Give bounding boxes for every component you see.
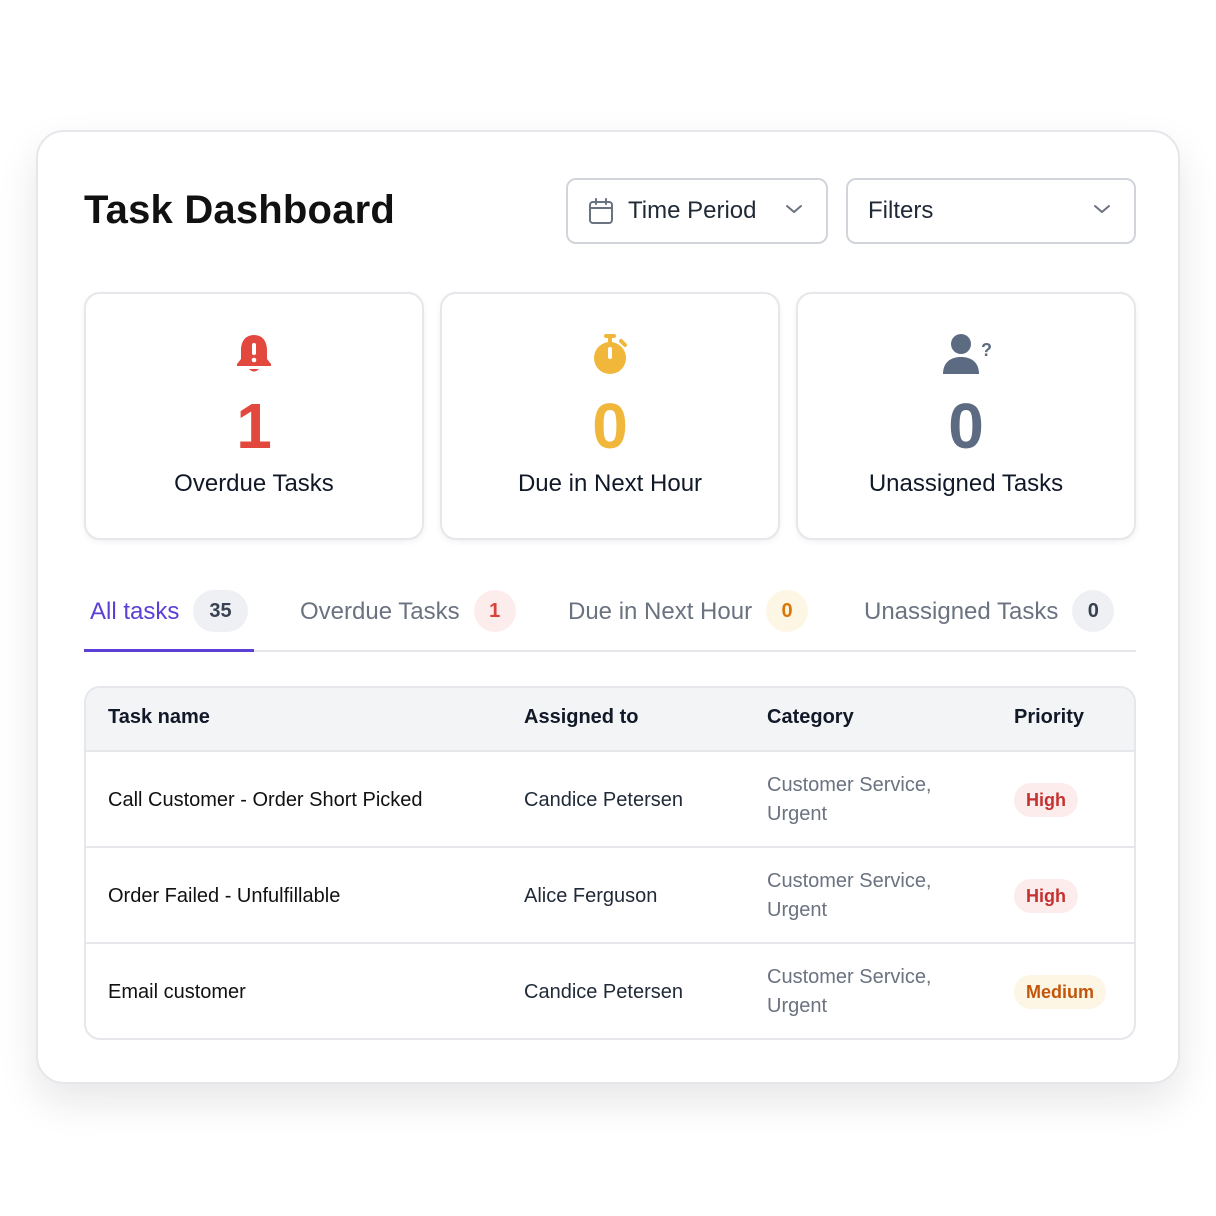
bell-alert-icon (86, 332, 422, 376)
stat-label: Unassigned Tasks (868, 470, 1064, 497)
column-header-category[interactable]: Category (767, 706, 854, 729)
stat-label: Due in Next Hour (517, 470, 703, 497)
column-header-priority[interactable]: Priority (1014, 706, 1084, 729)
tab-overdue-tasks[interactable]: Overdue Tasks 1 (300, 590, 516, 650)
priority-cell: High (1014, 848, 1078, 944)
tab-all-tasks[interactable]: All tasks 35 (84, 590, 254, 652)
tab-label: Due in Next Hour (568, 598, 753, 625)
count-badge: 35 (193, 590, 248, 632)
count-badge: 0 (766, 590, 809, 632)
filters-label: Filters (868, 197, 934, 224)
task-name[interactable]: Order Failed - Unfulfillable (108, 848, 340, 944)
chevron-down-icon (1092, 202, 1112, 216)
table-header: Task name Assigned to Category Priority (86, 688, 1134, 752)
priority-badge: Medium (1014, 975, 1107, 1009)
table-row[interactable]: Email customer Candice Petersen Customer… (86, 944, 1134, 1038)
table-row[interactable]: Order Failed - Unfulfillable Alice Fergu… (86, 848, 1134, 944)
stat-cards: 1 Overdue Tasks 0 Due in Next Hour ? 0 U… (84, 292, 1136, 540)
column-header-task-name[interactable]: Task name (108, 706, 210, 729)
count-badge: 0 (1072, 590, 1115, 632)
tab-label: All tasks (90, 598, 180, 625)
category: Customer Service, Urgent (767, 870, 932, 921)
priority-badge: High (1014, 783, 1078, 817)
stat-value: 0 (592, 390, 628, 462)
category: Customer Service, Urgent (767, 966, 932, 1017)
dashboard-card: Task Dashboard Time Period Filters 1 Ove… (36, 130, 1180, 1084)
stat-label: Overdue Tasks (174, 470, 334, 497)
task-name[interactable]: Call Customer - Order Short Picked (108, 752, 423, 848)
stat-value: 0 (948, 390, 984, 462)
svg-text:?: ? (981, 340, 991, 360)
user-question-icon: ? (798, 332, 1134, 376)
filters-dropdown[interactable]: Filters (846, 178, 1136, 244)
category: Customer Service, Urgent (767, 774, 932, 825)
priority-cell: High (1014, 752, 1078, 848)
column-header-assigned-to[interactable]: Assigned to (524, 706, 638, 729)
time-period-dropdown[interactable]: Time Period (566, 178, 828, 244)
chevron-down-icon (784, 202, 804, 216)
dashboard-header: Task Dashboard Time Period Filters (84, 178, 1136, 244)
tab-label: Unassigned Tasks (864, 598, 1059, 625)
assignee: Candice Petersen (524, 980, 683, 1003)
stopwatch-icon (442, 332, 778, 376)
task-tabs: All tasks 35 Overdue Tasks 1 Due in Next… (84, 586, 1136, 652)
tasks-table: Task name Assigned to Category Priority … (84, 686, 1136, 1040)
tab-due-next-hour[interactable]: Due in Next Hour 0 (568, 590, 809, 650)
count-badge: 1 (473, 590, 516, 632)
tab-label: Overdue Tasks (300, 598, 460, 625)
priority-badge: High (1014, 879, 1078, 913)
stat-card-overdue[interactable]: 1 Overdue Tasks (84, 292, 424, 540)
calendar-icon (588, 197, 614, 225)
table-row[interactable]: Call Customer - Order Short Picked Candi… (86, 752, 1134, 848)
tab-unassigned-tasks[interactable]: Unassigned Tasks 0 (864, 590, 1115, 650)
stat-value: 1 (236, 390, 272, 462)
stat-card-unassigned[interactable]: ? 0 Unassigned Tasks (796, 292, 1136, 540)
assignee: Alice Ferguson (524, 884, 658, 907)
time-period-label: Time Period (628, 197, 757, 224)
task-name[interactable]: Email customer (108, 944, 246, 1038)
stat-card-due-next-hour[interactable]: 0 Due in Next Hour (440, 292, 780, 540)
assignee: Candice Petersen (524, 788, 683, 811)
priority-cell: Medium (1014, 944, 1107, 1038)
page-title: Task Dashboard (84, 188, 396, 232)
